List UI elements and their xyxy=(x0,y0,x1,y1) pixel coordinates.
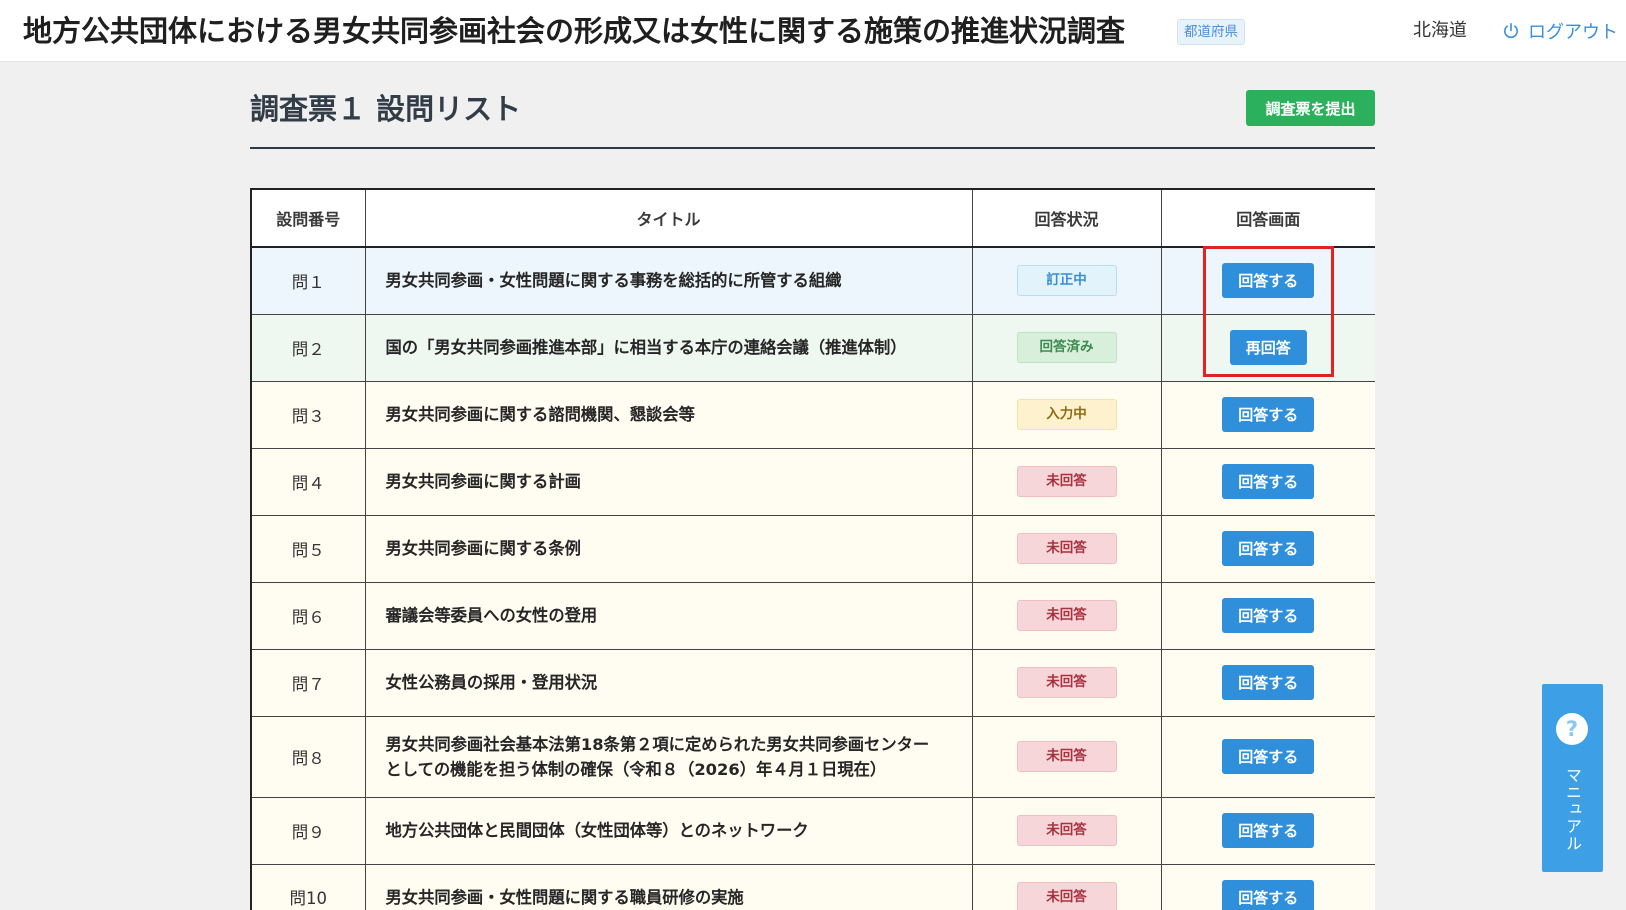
question-number: 問９ xyxy=(251,796,365,864)
question-title: 女性公務員の採用・登用状況 xyxy=(364,648,972,716)
action-cell: 回答する xyxy=(1160,447,1375,515)
answer-button[interactable]: 回答する xyxy=(1222,263,1315,299)
table-row: 問８ 男女共同参画社会基本法第18条第２項に定められた男女共同参画センターとしての… xyxy=(251,715,1375,797)
question-title: 男女共同参画・女性問題に関する職員研修の実施 xyxy=(364,863,972,910)
scope-badge: 都道府県 xyxy=(1177,19,1245,45)
status-badge: 回答済み xyxy=(1016,332,1117,363)
question-title: 地方公共団体と民間団体（女性団体等）とのネットワーク xyxy=(364,796,972,864)
answer-button[interactable]: 再回答 xyxy=(1229,330,1307,365)
column-header-title: タイトル xyxy=(364,189,972,248)
question-number: 問８ xyxy=(251,715,365,797)
answer-button[interactable]: 回答する xyxy=(1222,665,1315,700)
answer-button[interactable]: 回答する xyxy=(1222,531,1315,566)
question-title: 国の「男女共同参画推進本部」に相当する本庁の連絡会議（推進体制） xyxy=(364,313,972,381)
question-number: 問７ xyxy=(251,648,365,716)
power-icon xyxy=(1502,22,1520,40)
column-header-number: 設問番号 xyxy=(251,189,365,248)
action-cell: 回答する xyxy=(1160,581,1375,649)
status-badge: 未回答 xyxy=(1016,466,1117,497)
question-title: 男女共同参画・女性問題に関する事務を総括的に所管する組織 xyxy=(364,247,972,314)
question-number: 問１ xyxy=(291,272,325,292)
status-badge: 未回答 xyxy=(1016,600,1117,631)
question-title: 男女共同参画に関する計画 xyxy=(364,447,972,515)
question-number: 問４ xyxy=(251,447,365,515)
title-divider xyxy=(250,147,1375,149)
answer-button[interactable]: 回答する xyxy=(1222,813,1315,848)
question-number: 問２ xyxy=(251,313,365,381)
action-cell: 回答する xyxy=(1160,380,1375,448)
table-row: 問４ 男女共同参画に関する計画 未回答 回答する xyxy=(251,447,1375,515)
question-title: 男女共同参画に関する諮問機関、懇談会等 xyxy=(364,380,972,448)
column-header-status: 回答状況 xyxy=(971,189,1161,248)
status-badge: 訂正中 xyxy=(1016,265,1117,297)
action-cell: 回答する xyxy=(1160,514,1375,582)
column-header-action: 回答画面 xyxy=(1160,189,1375,248)
table-row: 問５ 男女共同参画に関する条例 未回答 回答する xyxy=(251,514,1375,582)
table-row: 問２ 国の「男女共同参画推進本部」に相当する本庁の連絡会議（推進体制） 回答済み 再回… xyxy=(251,313,1375,381)
table-row: 問10 男女共同参画・女性問題に関する職員研修の実施 未回答 回答する xyxy=(251,863,1375,910)
app-title: 地方公共団体における男女共同参画社会の形成又は女性に関する施策の推進状況調査 xyxy=(23,14,1126,48)
table-row: 問７ 女性公務員の採用・登用状況 未回答 回答する xyxy=(251,648,1375,716)
status-cell: 未回答 xyxy=(971,796,1161,864)
manual-label: マニュアル xyxy=(1563,767,1582,852)
question-table: 設問番号 タイトル 回答状況 回答画面 問１ 男女共同参画・女性問題に関する事務を… xyxy=(250,188,1375,910)
status-badge: 未回答 xyxy=(1016,667,1117,698)
action-cell: 回答する xyxy=(1160,796,1375,864)
status-badge: 未回答 xyxy=(1016,815,1117,846)
status-badge: 未回答 xyxy=(1016,881,1117,910)
question-table-body: 問１ 男女共同参画・女性問題に関する事務を総括的に所管する組織 訂正中 回答する 問２ 国… xyxy=(251,247,1375,910)
question-number: 問３ xyxy=(251,380,365,448)
table-header-row: 設問番号 タイトル 回答状況 回答画面 xyxy=(251,189,1375,248)
answer-button[interactable]: 回答する xyxy=(1222,739,1315,774)
answer-button[interactable]: 回答する xyxy=(1222,397,1315,432)
status-cell: 未回答 xyxy=(971,514,1161,582)
question-title: 男女共同参画に関する条例 xyxy=(364,514,972,582)
status-badge: 入力中 xyxy=(1016,399,1117,430)
submit-survey-button[interactable]: 調査票を提出 xyxy=(1246,90,1375,126)
status-badge: 未回答 xyxy=(1016,533,1117,564)
answer-button[interactable]: 回答する xyxy=(1222,879,1315,910)
status-cell: 回答済み xyxy=(971,313,1161,381)
page-title: 調査票１ 設問リスト xyxy=(250,92,522,126)
user-name: 北海道 xyxy=(1413,20,1467,41)
status-cell: 未回答 xyxy=(971,715,1161,797)
action-cell: 回答する xyxy=(1160,648,1375,716)
question-number: 問６ xyxy=(251,581,365,649)
action-cell: 回答する xyxy=(1160,247,1375,314)
app-header: 地方公共団体における男女共同参画社会の形成又は女性に関する施策の推進状況調査 都… xyxy=(0,0,1626,62)
question-number: 問10 xyxy=(251,863,365,910)
question-circle-icon: ? xyxy=(1556,713,1588,745)
status-cell: 入力中 xyxy=(971,380,1161,448)
status-cell: 未回答 xyxy=(971,447,1161,515)
manual-button[interactable]: ? マニュアル xyxy=(1542,684,1603,872)
answer-button[interactable]: 回答する xyxy=(1222,464,1315,499)
table-row: 問１ 男女共同参画・女性問題に関する事務を総括的に所管する組織 訂正中 回答する xyxy=(251,247,1375,314)
question-number: 問５ xyxy=(251,514,365,582)
action-cell: 回答する xyxy=(1160,715,1375,797)
table-row: 問９ 地方公共団体と民間団体（女性団体等）とのネットワーク 未回答 回答する xyxy=(251,796,1375,864)
logout-link[interactable]: ログアウト xyxy=(1502,0,1618,62)
question-title: 男女共同参画社会基本法第18条第２項に定められた男女共同参画センターとしての機能… xyxy=(364,715,972,797)
question-title: 審議会等委員への女性の登用 xyxy=(364,581,972,649)
status-cell: 未回答 xyxy=(971,648,1161,716)
table-row: 問６ 審議会等委員への女性の登用 未回答 回答する xyxy=(251,581,1375,649)
table-row: 問３ 男女共同参画に関する諮問機関、懇談会等 入力中 回答する xyxy=(251,380,1375,448)
action-cell: 回答する xyxy=(1160,863,1375,910)
logout-label: ログアウト xyxy=(1528,22,1618,43)
status-cell: 未回答 xyxy=(971,581,1161,649)
status-badge: 未回答 xyxy=(1016,741,1117,772)
status-cell: 訂正中 xyxy=(971,247,1161,314)
action-cell: 再回答 xyxy=(1160,313,1375,381)
question-table-container: 設問番号 タイトル 回答状況 回答画面 問１ 男女共同参画・女性問題に関する事務を… xyxy=(250,188,1375,910)
answer-button[interactable]: 回答する xyxy=(1222,598,1315,633)
status-cell: 未回答 xyxy=(971,863,1161,910)
